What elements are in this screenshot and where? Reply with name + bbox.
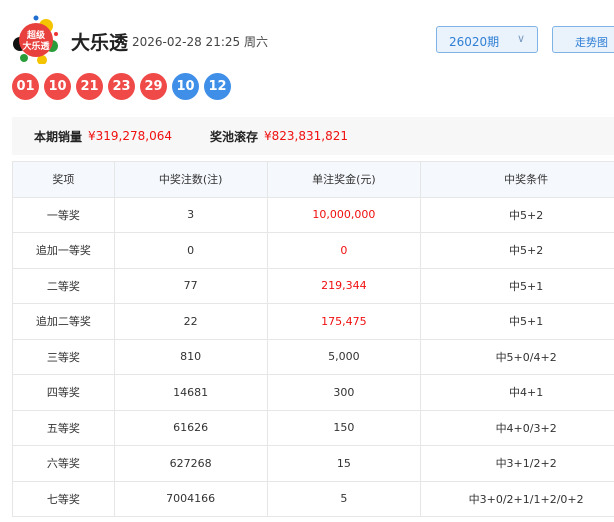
table-row: 七等奖 7004166 5 中3+0/2+1/1+2/0+2 — [12, 480, 614, 517]
winner-count: 810 — [113, 338, 268, 375]
prize-name: 六等奖 — [12, 445, 115, 482]
issue-select[interactable]: 26020期 ∨ — [436, 26, 538, 53]
pool-value: ¥823,831,821 — [264, 129, 348, 143]
prize-name: 追加二等奖 — [12, 303, 115, 340]
issue-value: 26020期 — [449, 35, 500, 49]
front-ball: 01 — [12, 73, 39, 100]
table-row: 二等奖 77 219,344 中5+1 — [12, 267, 614, 304]
winner-count: 14681 — [113, 374, 268, 411]
table-header-row: 奖项 中奖注数(注) 单注奖金(元) 中奖条件 — [12, 161, 614, 198]
sales-summary: 本期销量 ¥319,278,064 奖池滚存 ¥823,831,821 — [12, 117, 614, 155]
prize-amount: 5,000 — [266, 338, 422, 375]
prize-amount: 0 — [266, 232, 422, 269]
table-row: 追加二等奖 22 175,475 中5+1 — [12, 303, 614, 340]
prize-table: 奖项 中奖注数(注) 单注奖金(元) 中奖条件 一等奖 3 10,000,000 中5… — [12, 161, 614, 517]
prize-amount: 175,475 — [266, 303, 422, 340]
win-condition: 中4+0/3+2 — [420, 409, 614, 446]
table-row: 三等奖 810 5,000 中5+0/4+2 — [12, 338, 614, 375]
winner-count: 7004166 — [113, 480, 268, 517]
draw-datetime: 2026-02-28 21:25 周六 — [132, 35, 268, 49]
prize-name: 二等奖 — [12, 267, 115, 304]
table-row: 追加一等奖 0 0 中5+2 — [12, 232, 614, 269]
prize-amount: 15 — [266, 445, 422, 482]
sales-value: ¥319,278,064 — [88, 129, 172, 143]
svg-text:超级: 超级 — [26, 29, 46, 41]
back-ball: 10 — [172, 73, 199, 100]
win-condition: 中3+1/2+2 — [420, 445, 614, 482]
winner-count: 22 — [113, 303, 268, 340]
logo: 超级 大乐透 — [12, 14, 60, 65]
prize-amount: 10,000,000 — [266, 196, 422, 233]
winner-count: 0 — [113, 232, 268, 269]
prize-name: 四等奖 — [12, 374, 115, 411]
table-row: 四等奖 14681 300 中4+1 — [12, 374, 614, 411]
back-ball: 12 — [204, 73, 231, 100]
chevron-down-icon: ∨ — [516, 32, 525, 45]
prize-amount: 300 — [266, 374, 422, 411]
winning-numbers: 01 10 21 23 29 10 12 — [12, 73, 231, 100]
winner-count: 627268 — [113, 445, 268, 482]
prize-name: 追加一等奖 — [12, 232, 115, 269]
sales-label: 本期销量 — [34, 129, 83, 144]
header-prize: 奖项 — [12, 161, 115, 198]
header-count: 中奖注数(注) — [113, 161, 268, 198]
front-ball: 10 — [44, 73, 71, 100]
table-row: 六等奖 627268 15 中3+1/2+2 — [12, 445, 614, 482]
pool-label: 奖池滚存 — [210, 129, 259, 144]
page-title: 大乐透 — [71, 32, 129, 54]
win-condition: 中5+2 — [420, 196, 614, 233]
winner-count: 61626 — [113, 409, 268, 446]
prize-amount: 5 — [266, 480, 422, 517]
front-ball: 21 — [76, 73, 103, 100]
front-ball: 23 — [108, 73, 135, 100]
prize-amount: 219,344 — [266, 267, 422, 304]
win-condition: 中5+0/4+2 — [420, 338, 614, 375]
svg-text:大乐透: 大乐透 — [22, 40, 50, 52]
win-condition: 中4+1 — [420, 374, 614, 411]
prize-name: 七等奖 — [12, 480, 115, 517]
prize-name: 三等奖 — [12, 338, 115, 375]
winner-count: 77 — [113, 267, 268, 304]
win-condition: 中3+0/2+1/1+2/0+2 — [420, 480, 614, 517]
prize-amount: 150 — [266, 409, 422, 446]
table-row: 一等奖 3 10,000,000 中5+2 — [12, 196, 614, 233]
prize-name: 一等奖 — [12, 196, 115, 233]
prize-name: 五等奖 — [12, 409, 115, 446]
header-amount: 单注奖金(元) — [266, 161, 422, 198]
front-ball: 29 — [140, 73, 167, 100]
trend-chart-button[interactable]: 走势图 — [552, 26, 614, 53]
win-condition: 中5+1 — [420, 267, 614, 304]
table-row: 五等奖 61626 150 中4+0/3+2 — [12, 409, 614, 446]
winner-count: 3 — [113, 196, 268, 233]
win-condition: 中5+2 — [420, 232, 614, 269]
header-condition: 中奖条件 — [420, 161, 614, 198]
win-condition: 中5+1 — [420, 303, 614, 340]
